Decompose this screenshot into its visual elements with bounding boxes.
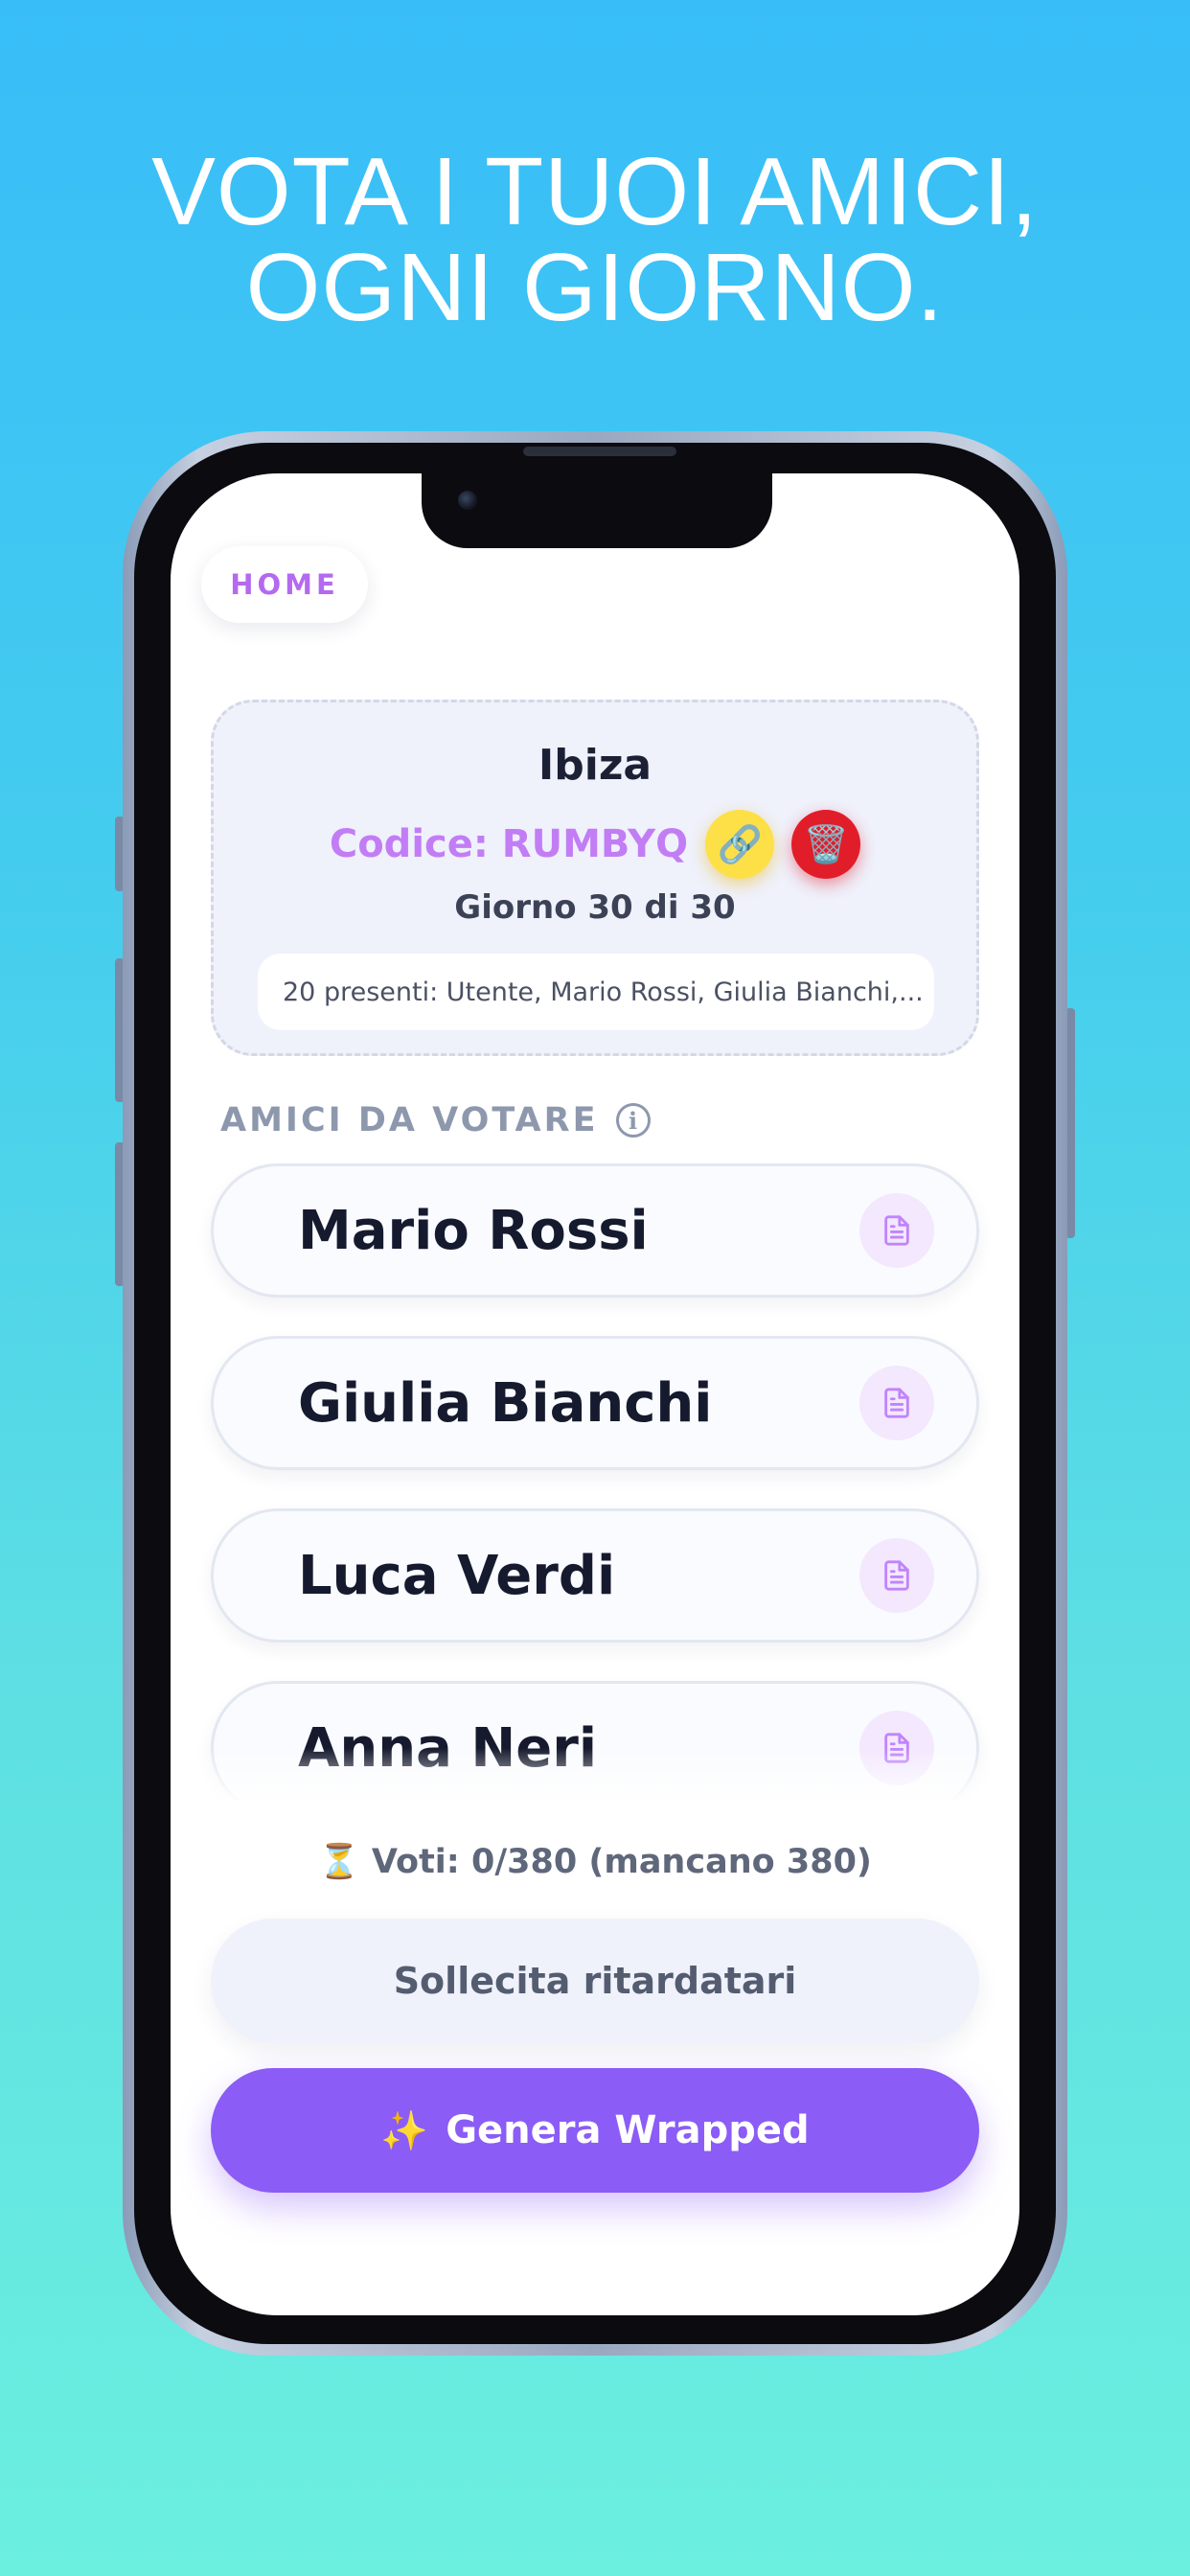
generate-wrapped-label: Genera Wrapped (446, 2108, 810, 2152)
phone-notch (422, 470, 772, 548)
group-name: Ibiza (538, 741, 652, 790)
headline-line-1: VOTA I TUOI AMICI, (151, 138, 1039, 245)
group-code-row: Codice: RUMBYQ 🔗 🗑️ (214, 806, 976, 883)
sparkles-icon: ✨ (380, 2108, 429, 2153)
delete-group-button[interactable]: 🗑️ (791, 810, 861, 879)
list-fade (171, 1748, 1019, 1806)
friend-card[interactable]: Luca Verdi (211, 1508, 979, 1643)
friends-section-header: AMICI DA VOTARE i (220, 1096, 651, 1144)
document-icon[interactable] (859, 1193, 934, 1268)
headline-line-2: OGNI GIORNO. (245, 234, 945, 341)
document-icon[interactable] (859, 1538, 934, 1613)
info-icon[interactable]: i (615, 1103, 651, 1138)
members-summary-text: 20 presenti: Utente, Mario Rossi, Giulia… (283, 977, 924, 1007)
share-link-button[interactable]: 🔗 (705, 810, 775, 879)
phone-screen: HOME Ibiza Codice: RUMBYQ 🔗 🗑️ Giorno 30… (171, 473, 1019, 2315)
hourglass-icon: ⏳ (318, 1843, 360, 1881)
friends-list[interactable]: Mario Rossi Giulia Bianchi Luca Verdi An… (171, 1163, 1019, 1801)
front-camera (458, 491, 477, 510)
remind-latecomers-button[interactable]: Sollecita ritardatari (211, 1919, 979, 2043)
generate-wrapped-button[interactable]: ✨ Genera Wrapped (211, 2068, 979, 2193)
votes-status: ⏳ Voti: 0/380 (mancano 380) (171, 1842, 1019, 1881)
day-counter: Giorno 30 di 30 (454, 888, 736, 927)
link-icon: 🔗 (717, 822, 763, 865)
friend-name: Giulia Bianchi (298, 1371, 713, 1435)
group-code[interactable]: Codice: RUMBYQ (330, 822, 688, 866)
trash-icon: 🗑️ (803, 822, 849, 865)
home-button[interactable]: HOME (201, 546, 368, 623)
speaker-grille (523, 447, 676, 456)
group-card: Ibiza Codice: RUMBYQ 🔗 🗑️ Giorno 30 di 3… (211, 700, 979, 1056)
friend-name: Luca Verdi (298, 1544, 616, 1607)
members-summary[interactable]: 20 presenti: Utente, Mario Rossi, Giulia… (258, 954, 934, 1030)
friend-card[interactable]: Giulia Bianchi (211, 1336, 979, 1470)
friends-section-title: AMICI DA VOTARE (220, 1101, 599, 1139)
friend-name: Mario Rossi (298, 1199, 649, 1262)
document-icon[interactable] (859, 1366, 934, 1440)
promo-headline: VOTA I TUOI AMICI, OGNI GIORNO. (0, 144, 1190, 335)
home-label: HOME (230, 568, 339, 601)
friend-card[interactable]: Mario Rossi (211, 1163, 979, 1298)
votes-label: Voti: 0/380 (mancano 380) (371, 1843, 872, 1881)
